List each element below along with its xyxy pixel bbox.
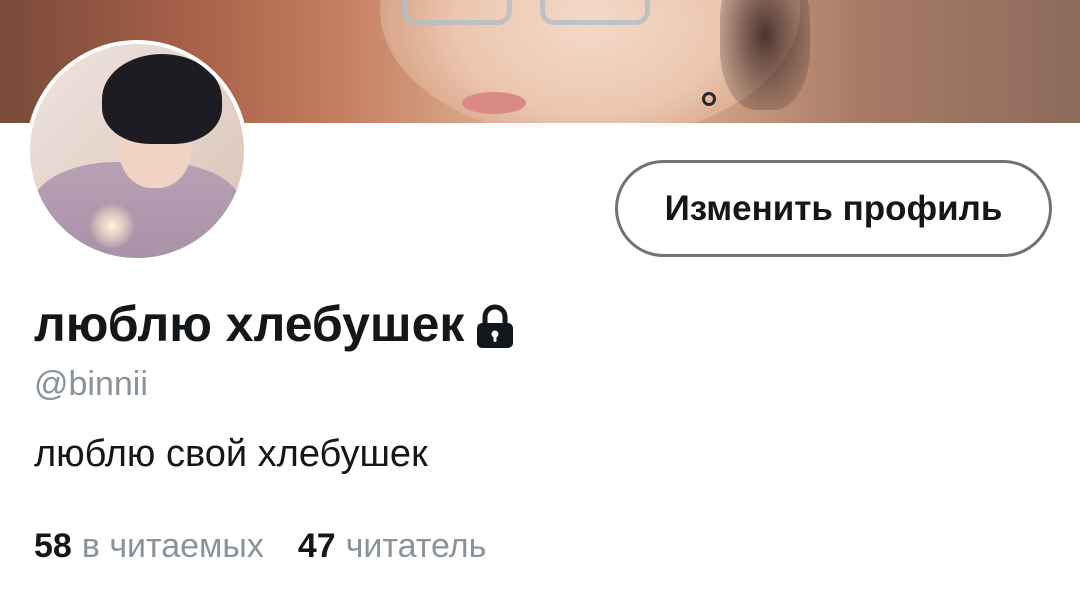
- followers-count: 47: [297, 527, 336, 565]
- profile-stats: 58 в читаемых 47 читатель: [34, 524, 486, 568]
- display-name: люблю хлебушек: [34, 296, 465, 352]
- followers-label: читатель: [345, 527, 487, 565]
- following-stat[interactable]: 58 в читаемых: [34, 524, 264, 568]
- avatar-image: [30, 44, 244, 258]
- following-label: в читаемых: [81, 527, 264, 565]
- profile-page: Изменить профиль люблю хлебушек @binnii …: [0, 0, 1080, 610]
- name-row: люблю хлебушек: [34, 292, 516, 356]
- lock-icon: [477, 304, 514, 348]
- following-count: 58: [34, 527, 72, 565]
- profile-bio: люблю свой хлебушек: [34, 433, 428, 475]
- followers-stat[interactable]: 47 читатель: [298, 524, 486, 568]
- avatar[interactable]: [26, 40, 248, 262]
- username-handle: @binnii: [34, 365, 148, 403]
- edit-profile-button[interactable]: Изменить профиль: [615, 160, 1052, 257]
